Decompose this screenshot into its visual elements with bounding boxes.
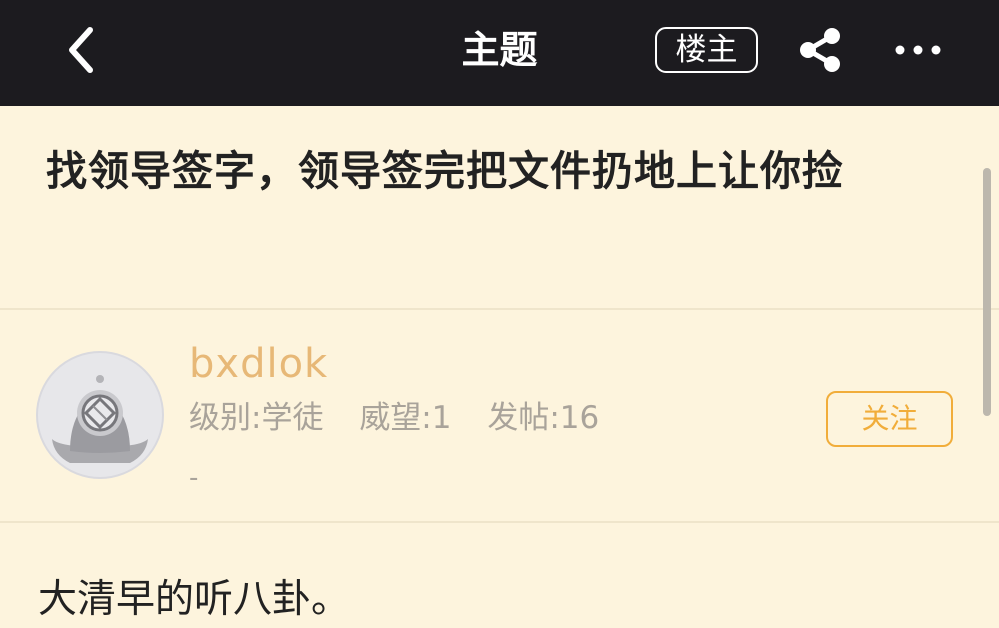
thread-title: 找领导签字，领导签完把文件扔地上让你捡 bbox=[46, 147, 844, 195]
author-signature: - bbox=[189, 463, 199, 493]
share-button[interactable] bbox=[796, 26, 846, 74]
author-reputation: 威望:1 bbox=[359, 400, 452, 436]
author-stats: 级别:学徒 威望:1 发帖:16 bbox=[189, 396, 625, 440]
op-only-toggle[interactable]: 楼主 bbox=[655, 27, 758, 73]
chevron-left-icon bbox=[69, 27, 93, 73]
more-button[interactable] bbox=[893, 30, 943, 70]
author-username[interactable]: bxdlok bbox=[189, 340, 328, 388]
share-icon bbox=[800, 28, 840, 72]
diver-helmet-avatar bbox=[36, 351, 164, 479]
author-level: 级别:学徒 bbox=[189, 400, 324, 436]
divider bbox=[0, 521, 999, 523]
divider bbox=[0, 308, 999, 310]
back-button[interactable] bbox=[56, 22, 106, 78]
scrollbar-thumb[interactable] bbox=[983, 168, 991, 416]
more-horizontal-icon bbox=[895, 45, 941, 55]
follow-button[interactable]: 关注 bbox=[826, 391, 953, 447]
post-content: 大清早的听八卦。 bbox=[38, 577, 351, 622]
author-avatar[interactable] bbox=[36, 351, 164, 479]
page-title: 主题 bbox=[461, 28, 538, 72]
author-post-count: 发帖:16 bbox=[487, 400, 600, 436]
top-navigation-bar: 主题 楼主 bbox=[0, 0, 999, 106]
